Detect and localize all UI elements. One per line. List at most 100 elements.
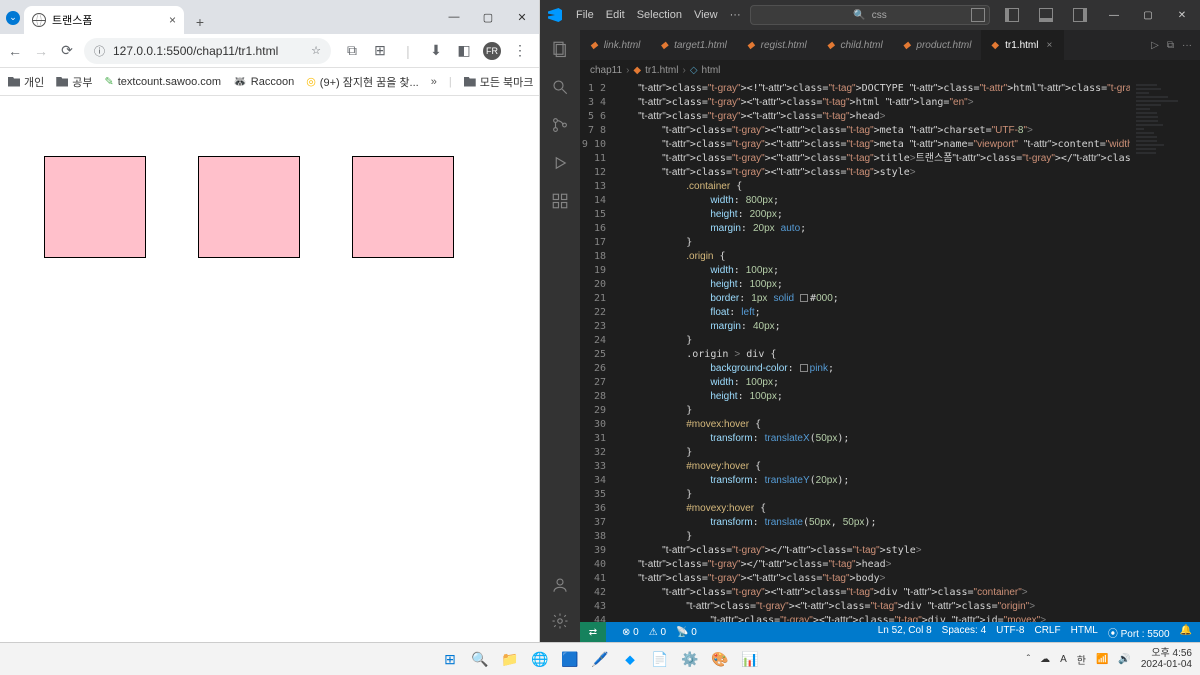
- tray-volume-icon[interactable]: 🔊: [1118, 654, 1130, 665]
- origin-box[interactable]: [352, 156, 454, 258]
- forward-button[interactable]: →: [32, 42, 50, 60]
- bookmark-item[interactable]: ✎textcount.sawoo.com: [105, 75, 222, 88]
- site-info-icon[interactable]: ⓘ: [94, 43, 105, 59]
- bookmark-star-icon[interactable]: ☆: [311, 44, 321, 57]
- scm-icon[interactable]: [549, 114, 571, 136]
- reload-button[interactable]: ⟳: [58, 42, 76, 60]
- tray-cloud-icon[interactable]: ☁: [1040, 654, 1050, 665]
- status-encoding[interactable]: UTF-8: [996, 625, 1024, 640]
- status-port[interactable]: ⦿ Port : 5500: [1108, 625, 1170, 640]
- raccoon-icon: 🦝: [233, 75, 247, 88]
- editor-tab[interactable]: ◆target1.html: [650, 30, 737, 60]
- menu-item[interactable]: ···: [730, 9, 741, 21]
- minimize-button[interactable]: —: [1100, 1, 1128, 29]
- clock[interactable]: 오후 4:56 2024-01-04: [1141, 648, 1192, 670]
- bookmarks-bar: 개인 공부 ✎textcount.sawoo.com 🦝Raccoon ◎(9+…: [0, 68, 539, 96]
- chrome-tab[interactable]: 트랜스폼 ×: [24, 6, 184, 34]
- app-button[interactable]: 🎨: [708, 647, 732, 671]
- menu-item[interactable]: Edit: [606, 9, 625, 21]
- account-icon[interactable]: [549, 574, 571, 596]
- editor-tab[interactable]: ◆regist.html: [737, 30, 817, 60]
- windows-taskbar: ⊞ 🔍 📁 🌐 🟦 🖊️ ⬥ 📄 ⚙️ 🎨 📊 ˆ ☁ A 한 📶 🔊 오후 4…: [0, 642, 1200, 675]
- extensions-icon[interactable]: [549, 190, 571, 212]
- command-center[interactable]: 🔍 css: [750, 5, 990, 25]
- editor-tab[interactable]: ◆link.html: [580, 30, 650, 60]
- close-button[interactable]: ✕: [1168, 1, 1196, 29]
- tray-ime[interactable]: 한: [1077, 652, 1086, 667]
- status-lang[interactable]: HTML: [1071, 625, 1098, 640]
- bookmark-overflow[interactable]: »: [431, 76, 437, 88]
- close-tab-icon[interactable]: ×: [1044, 40, 1054, 51]
- explorer-icon[interactable]: [549, 38, 571, 60]
- minimize-button[interactable]: —: [437, 0, 471, 34]
- movex-box[interactable]: [45, 157, 145, 257]
- layout-icon[interactable]: [964, 1, 992, 29]
- status-warnings[interactable]: ⚠ 0: [649, 627, 666, 638]
- bookmark-item[interactable]: ◎(9+) 잠지현 꿈을 찾...: [306, 74, 419, 90]
- maximize-button[interactable]: ▢: [471, 0, 505, 34]
- menu-icon[interactable]: ⋮: [511, 42, 529, 60]
- origin-box[interactable]: [44, 156, 146, 258]
- editor-tab[interactable]: ◆child.html: [817, 30, 893, 60]
- ext2-icon[interactable]: ◧: [455, 42, 473, 60]
- status-spaces[interactable]: Spaces: 4: [942, 625, 986, 640]
- bookmark-item[interactable]: 모든 북마크: [464, 74, 534, 90]
- camera-icon[interactable]: ⧉: [343, 42, 361, 60]
- edge-button[interactable]: 🟦: [558, 647, 582, 671]
- split-icon[interactable]: ⧉: [1167, 40, 1174, 51]
- chrome-window: ⌄ 트랜스폼 × + — ▢ ✕ ← → ⟳ ⓘ 127.0.0.1:5500/…: [0, 0, 540, 642]
- bookmark-item[interactable]: 🦝Raccoon: [233, 75, 294, 88]
- back-button[interactable]: ←: [6, 42, 24, 60]
- address-bar[interactable]: ⓘ 127.0.0.1:5500/chap11/tr1.html ☆: [84, 38, 331, 64]
- status-errors[interactable]: ⊗ 0: [622, 627, 639, 638]
- menu-item[interactable]: File: [576, 9, 594, 21]
- status-bell-icon[interactable]: 🔔: [1180, 625, 1192, 640]
- tray-wifi-icon[interactable]: 📶: [1096, 654, 1108, 665]
- download-icon[interactable]: ⬇: [427, 42, 445, 60]
- search-icon[interactable]: [549, 76, 571, 98]
- layout-icon[interactable]: [1066, 1, 1094, 29]
- explorer-button[interactable]: 📁: [498, 647, 522, 671]
- app-button[interactable]: 📊: [738, 647, 762, 671]
- debug-icon[interactable]: [549, 152, 571, 174]
- new-tab-button[interactable]: +: [188, 10, 212, 34]
- app-button[interactable]: ⚙️: [678, 647, 702, 671]
- app-button[interactable]: 🖊️: [588, 647, 612, 671]
- close-window-button[interactable]: ✕: [505, 0, 539, 34]
- status-radio[interactable]: 📡 0: [676, 627, 697, 638]
- vscode-button[interactable]: ⬥: [618, 647, 642, 671]
- settings-gear-icon[interactable]: [549, 610, 571, 632]
- menu-item[interactable]: Selection: [637, 9, 682, 21]
- maximize-button[interactable]: ▢: [1134, 1, 1162, 29]
- menu-item[interactable]: View: [694, 9, 718, 21]
- search-text: css: [872, 10, 887, 21]
- bookmark-item[interactable]: 공부: [56, 74, 92, 90]
- tab-overflow-icon[interactable]: ⌄: [6, 11, 20, 25]
- extensions-icon[interactable]: ⊞: [371, 42, 389, 60]
- bookmark-item[interactable]: 개인: [8, 74, 44, 90]
- close-tab-icon[interactable]: ×: [169, 13, 176, 27]
- breadcrumbs[interactable]: chap11› ◆tr1.html› ◇html: [580, 60, 1200, 80]
- profile-icon[interactable]: FR: [483, 42, 501, 60]
- status-cursor[interactable]: Ln 52, Col 8: [878, 625, 932, 640]
- tray-lang[interactable]: A: [1060, 654, 1067, 665]
- movexy-box[interactable]: [353, 157, 453, 257]
- status-eol[interactable]: CRLF: [1034, 625, 1060, 640]
- origin-box[interactable]: [198, 156, 300, 258]
- search-button[interactable]: 🔍: [468, 647, 492, 671]
- editor-tab[interactable]: ◆tr1.html×: [981, 30, 1064, 60]
- layout-icon[interactable]: [998, 1, 1026, 29]
- editor-tab[interactable]: ◆product.html: [893, 30, 982, 60]
- chrome-button[interactable]: 🌐: [528, 647, 552, 671]
- minimap[interactable]: [1130, 80, 1200, 622]
- start-button[interactable]: ⊞: [438, 647, 462, 671]
- layout-icon[interactable]: [1032, 1, 1060, 29]
- movey-box[interactable]: [199, 157, 299, 257]
- app-button[interactable]: 📄: [648, 647, 672, 671]
- tray-chevron-icon[interactable]: ˆ: [1027, 654, 1030, 665]
- run-icon[interactable]: ▷: [1151, 40, 1159, 51]
- more-icon[interactable]: ···: [1182, 40, 1192, 51]
- remote-icon[interactable]: ⇄: [580, 622, 606, 642]
- url-text: 127.0.0.1:5500/chap11/tr1.html: [113, 44, 278, 58]
- code-editor[interactable]: "t-attr">class="t-gray"><!"t-attr">class…: [614, 80, 1130, 622]
